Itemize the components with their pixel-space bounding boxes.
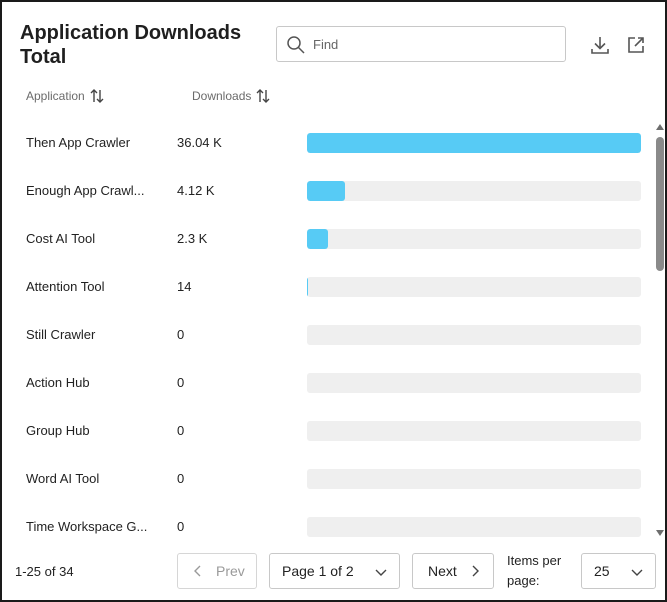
downloads-bar (307, 181, 346, 201)
column-header-downloads-label: Downloads (192, 89, 252, 103)
downloads-value: 0 (177, 519, 185, 534)
sort-icon (256, 89, 270, 103)
application-name: Time Workspace G... (26, 519, 148, 534)
downloads-value: 36.04 K (177, 135, 222, 150)
pagination-range: 1-25 of 34 (15, 564, 74, 579)
downloads-bar-track (307, 421, 641, 441)
next-button[interactable]: Next (412, 553, 494, 589)
search-box[interactable] (276, 26, 566, 62)
downloads-value: 14 (177, 279, 192, 294)
downloads-value: 4.12 K (177, 183, 215, 198)
column-header-application-label: Application (26, 89, 85, 103)
prev-button[interactable]: Prev (177, 553, 257, 589)
scroll-down-arrow-icon[interactable] (656, 529, 664, 537)
table-row[interactable]: Enough App Crawl... 4.12 K (2, 167, 652, 215)
downloads-bar (307, 133, 641, 153)
downloads-bar-track (307, 229, 641, 249)
table-row[interactable]: Time Workspace G... 0 (2, 503, 652, 539)
downloads-panel: Application Downloads Total Application … (0, 0, 667, 602)
downloads-bar-track (307, 517, 641, 537)
downloads-bar-track (307, 325, 641, 345)
downloads-value: 0 (177, 423, 185, 438)
application-name: Action Hub (26, 375, 90, 390)
chevron-down-icon (375, 569, 387, 576)
column-header-downloads[interactable]: Downloads (192, 88, 270, 104)
table-row[interactable]: Then App Crawler 36.04 K (2, 119, 652, 167)
download-icon[interactable] (589, 34, 611, 56)
page-select-value: Page 1 of 2 (282, 563, 354, 579)
chevron-down-icon (631, 569, 643, 576)
table-row[interactable]: Still Crawler 0 (2, 311, 652, 359)
downloads-bar-track (307, 373, 641, 393)
downloads-list: Then App Crawler 36.04 K Enough App Craw… (2, 119, 652, 539)
prev-button-label: Prev (216, 563, 245, 579)
downloads-bar-track (307, 133, 641, 153)
application-name: Still Crawler (26, 327, 96, 342)
application-name: Attention Tool (26, 279, 105, 294)
scrollbar-thumb[interactable] (656, 137, 664, 271)
items-per-page-label: Items per page: (507, 553, 562, 588)
panel-title: Application Downloads Total (20, 22, 242, 68)
table-row[interactable]: Attention Tool 14 (2, 263, 652, 311)
application-name: Group Hub (26, 423, 90, 438)
column-header-application[interactable]: Application (26, 88, 104, 104)
downloads-bar-track (307, 277, 641, 297)
downloads-value: 0 (177, 327, 185, 342)
sort-icon (90, 89, 104, 103)
external-link-icon[interactable] (625, 34, 647, 56)
downloads-bar (307, 229, 329, 249)
application-name: Word AI Tool (26, 471, 100, 486)
downloads-bar (307, 277, 309, 297)
scroll-up-arrow-icon[interactable] (656, 123, 664, 131)
search-input[interactable] (313, 33, 553, 55)
items-per-page-value: 25 (594, 563, 610, 579)
table-row[interactable]: Word AI Tool 0 (2, 455, 652, 503)
downloads-value: 2.3 K (177, 231, 208, 246)
chevron-left-icon (194, 565, 201, 577)
application-name: Then App Crawler (26, 135, 131, 150)
table-row[interactable]: Cost AI Tool 2.3 K (2, 215, 652, 263)
application-name: Enough App Crawl... (26, 183, 145, 198)
chevron-right-icon (472, 565, 479, 577)
search-icon (287, 36, 305, 54)
downloads-value: 0 (177, 375, 185, 390)
table-row[interactable]: Action Hub 0 (2, 359, 652, 407)
application-name: Cost AI Tool (26, 231, 96, 246)
downloads-value: 0 (177, 471, 185, 486)
table-row[interactable]: Group Hub 0 (2, 407, 652, 455)
downloads-bar-track (307, 181, 641, 201)
vertical-scrollbar[interactable] (654, 120, 666, 540)
page-select[interactable]: Page 1 of 2 (269, 553, 400, 589)
items-per-page-select[interactable]: 25 (581, 553, 656, 589)
next-button-label: Next (428, 563, 457, 579)
downloads-bar-track (307, 469, 641, 489)
